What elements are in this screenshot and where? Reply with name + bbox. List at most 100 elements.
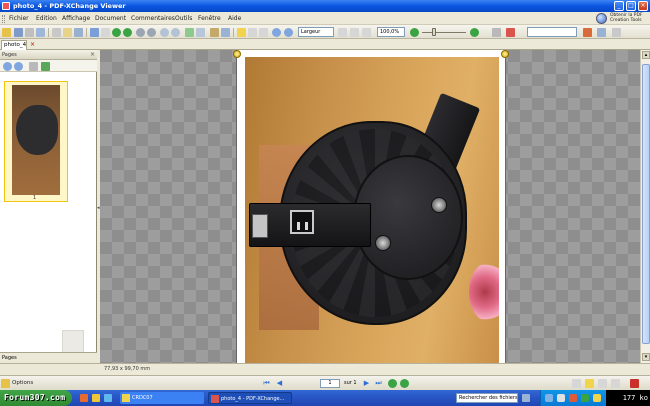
pages-panel-title: Pages	[2, 52, 17, 58]
zoom-plus-icon[interactable]	[470, 28, 479, 37]
navigation-bar: Options ⏮ ◀ 1 sur 1 ▶ ⏭	[0, 375, 650, 390]
menu-document[interactable]: Document	[95, 15, 126, 22]
pdf-status-icon[interactable]	[630, 379, 639, 388]
scroll-down-icon[interactable]: ▾	[642, 353, 650, 361]
actual-size-icon[interactable]	[237, 28, 246, 37]
close-button[interactable]: ×	[638, 1, 648, 11]
stamp-icon[interactable]	[210, 28, 219, 37]
app-icon[interactable]	[2, 2, 10, 10]
quicklaunch-icon[interactable]	[92, 394, 100, 402]
view-facing-icon[interactable]	[598, 379, 607, 388]
menu-fichier[interactable]: Fichier	[9, 15, 29, 22]
thumb-zoom-in-icon[interactable]	[3, 62, 12, 71]
maximize-button[interactable]: □	[626, 1, 636, 11]
bookmark-icon[interactable]	[63, 28, 72, 37]
quicklaunch-icon[interactable]	[104, 394, 112, 402]
fit-page-icon[interactable]	[248, 28, 257, 37]
security-icon[interactable]	[569, 394, 577, 402]
single-page-icon[interactable]	[338, 28, 347, 37]
menu-edition[interactable]: Edition	[36, 15, 57, 22]
taskbar-button-crdc07[interactable]: CRDC07	[120, 392, 204, 404]
comments-icon[interactable]	[492, 28, 501, 37]
zoom-mode-select[interactable]: Largeur	[298, 27, 334, 37]
properties-icon[interactable]	[52, 28, 61, 37]
tab-photo-4[interactable]: photo_4	[1, 40, 27, 50]
last-page-icon[interactable]: ⏭	[374, 379, 383, 388]
search-icon[interactable]	[522, 394, 530, 402]
nav-back-icon[interactable]	[388, 379, 397, 388]
volume-icon[interactable]	[557, 394, 565, 402]
minimize-button[interactable]: _	[614, 1, 624, 11]
find-icon[interactable]	[171, 28, 180, 37]
tab-close-icon[interactable]: ×	[29, 41, 36, 48]
undo-icon[interactable]	[74, 28, 83, 37]
snapshot-icon[interactable]	[196, 28, 205, 37]
options-menu[interactable]: Options	[12, 380, 33, 386]
facing-icon[interactable]	[362, 28, 371, 37]
previous-page-icon[interactable]: ◀	[275, 379, 284, 388]
window-title-bar[interactable]: photo_4 - PDF-XChange Viewer _ □ ×	[0, 0, 650, 12]
zoom-icon[interactable]	[160, 28, 169, 37]
desktop-search-input[interactable]: Rechercher des fichiers	[456, 393, 518, 403]
go-back-icon[interactable]	[112, 28, 121, 37]
scroll-up-icon[interactable]: ▴	[642, 51, 650, 59]
next-page-icon[interactable]: ▶	[362, 379, 371, 388]
save-icon[interactable]	[14, 28, 23, 37]
windows-taskbar: Forum307.com CRDC07 photo_4 - PDF-XChang…	[0, 390, 650, 406]
rotate-left-icon[interactable]	[136, 28, 145, 37]
fit-width-icon[interactable]	[259, 28, 268, 37]
folder-icon	[122, 394, 130, 402]
pdf-tools-promo[interactable]: Obtenir la PDF Creation Tools	[596, 12, 643, 26]
view-continuous-icon[interactable]	[585, 379, 594, 388]
update-icon[interactable]	[581, 394, 589, 402]
zoom-slider[interactable]	[432, 28, 436, 36]
open-folder-icon[interactable]	[2, 28, 11, 37]
scroll-thumb[interactable]	[642, 64, 650, 344]
messenger-icon[interactable]	[593, 394, 601, 402]
options-icon	[1, 379, 10, 388]
view-facing-continuous-icon[interactable]	[611, 379, 620, 388]
search-options-icon[interactable]	[583, 28, 592, 37]
page-thumbnail[interactable]: 1	[4, 81, 68, 202]
typewriter-icon[interactable]	[185, 28, 194, 37]
thumb-options-icon[interactable]	[41, 62, 50, 71]
view-single-icon[interactable]	[572, 379, 581, 388]
pages-panel-toolbar	[0, 60, 97, 72]
toolbar-options-icon[interactable]	[612, 28, 621, 37]
quicklaunch-icon[interactable]	[80, 394, 88, 402]
globe-icon	[596, 13, 607, 24]
help-icon[interactable]	[597, 28, 606, 37]
thumb-print-icon[interactable]	[29, 62, 38, 71]
continuous-icon[interactable]	[350, 28, 359, 37]
toolbar-grip-icon[interactable]	[2, 15, 5, 23]
network-icon[interactable]	[545, 394, 553, 402]
menu-fenetre[interactable]: Fenêtre	[198, 15, 221, 22]
page-number-input[interactable]: 1	[320, 379, 340, 388]
document-viewer[interactable]	[100, 50, 640, 363]
taskbar-button-pdf-viewer[interactable]: photo_4 - PDF-XChange...	[208, 392, 292, 404]
hand-tool-icon[interactable]	[90, 28, 99, 37]
rotate-right-icon[interactable]	[147, 28, 156, 37]
zoom-in-icon[interactable]	[272, 28, 281, 37]
zoom-minus-icon[interactable]	[410, 28, 419, 37]
select-tool-icon[interactable]	[101, 28, 110, 37]
menu-aide[interactable]: Aide	[228, 15, 241, 22]
panel-close-icon[interactable]: ×	[90, 51, 95, 58]
search-input[interactable]	[527, 27, 577, 37]
menu-affichage[interactable]: Affichage	[62, 15, 90, 22]
nav-forward-icon[interactable]	[400, 379, 409, 388]
go-forward-icon[interactable]	[123, 28, 132, 37]
first-page-icon[interactable]: ⏮	[262, 379, 271, 388]
menu-outils[interactable]: Outils	[175, 15, 192, 22]
zoom-out-icon[interactable]	[284, 28, 293, 37]
file-size-readout: 177 ko	[606, 390, 650, 406]
email-icon[interactable]	[36, 28, 45, 37]
print-icon[interactable]	[25, 28, 34, 37]
zoom-level-field[interactable]: 100,0%	[377, 27, 405, 37]
text-box-icon[interactable]	[221, 28, 230, 37]
menu-commentaires[interactable]: Commentaires	[131, 15, 175, 22]
pages-bottom-tab[interactable]: Pages	[0, 352, 97, 363]
thumb-zoom-out-icon[interactable]	[14, 62, 23, 71]
pdf-icon[interactable]	[506, 28, 515, 37]
vertical-scrollbar[interactable]: ▴ ▾	[640, 50, 650, 363]
